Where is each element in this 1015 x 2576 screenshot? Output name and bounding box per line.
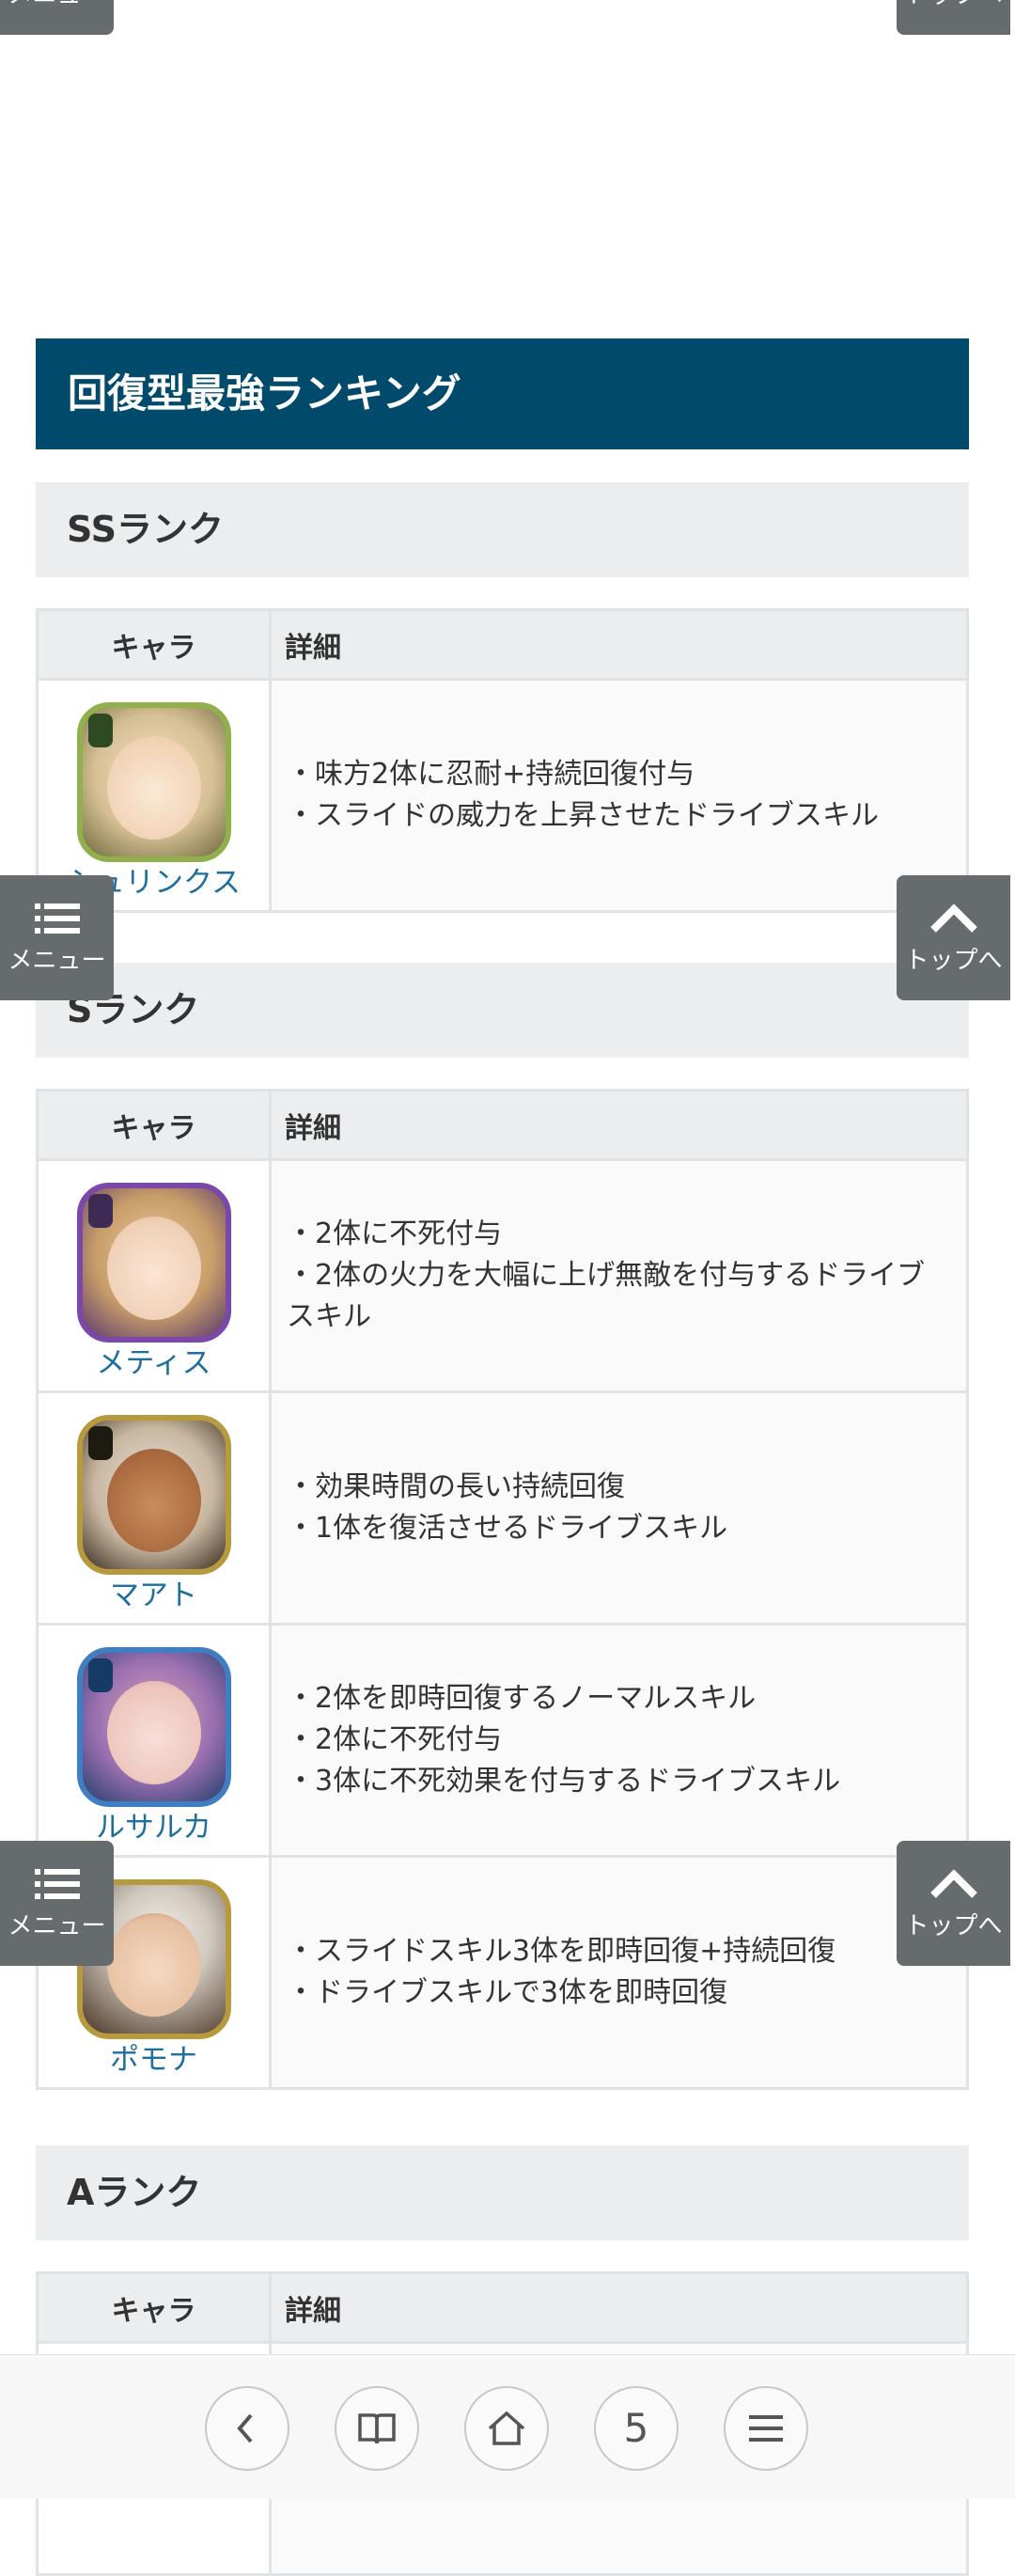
browser-menu-button[interactable]: [724, 2386, 808, 2471]
detail-cell: ・2体を即時回復するノーマルスキル ・2体に不死付与 ・3体に不死効果を付与する…: [269, 1623, 969, 1858]
detail-line: ・1体を復活させるドライブスキル: [287, 1512, 728, 1545]
rank-heading-s: Sランク: [36, 963, 969, 1058]
back-to-top-floating-button-lower[interactable]: トップへ: [897, 1841, 1010, 1966]
detail-line: ・2体に不死付与: [287, 1217, 503, 1250]
detail-line: ・2体を即時回復するノーマルスキル: [287, 1682, 757, 1715]
character-portrait-icon[interactable]: [76, 1647, 231, 1807]
column-header-detail: 詳細: [269, 2271, 969, 2344]
column-header-character: キャラ: [36, 2271, 272, 2344]
back-to-top-floating-button[interactable]: トップへ: [897, 875, 1010, 1000]
column-header-detail: 詳細: [269, 608, 969, 681]
tab-count: 5: [623, 2405, 649, 2451]
menu-floating-button[interactable]: メニュー: [0, 875, 114, 1000]
character-cell: マアト: [36, 1390, 272, 1626]
character-link[interactable]: メティス: [39, 1346, 269, 1380]
menu-button-label: メニュー: [8, 947, 106, 975]
bookmarks-button[interactable]: [335, 2386, 419, 2471]
tabs-button[interactable]: 5: [594, 2386, 679, 2471]
table-row: ルサルカ ・2体を即時回復するノーマルスキル ・2体に不死付与 ・3体に不死効果…: [36, 1623, 969, 1858]
s-rank-table: キャラ 詳細 メティス ・2体に不死付与 ・2体の火力を大幅に上げ無敵を付与する…: [36, 1089, 969, 2090]
browser-bottom-bar: 5: [0, 2354, 1015, 2499]
character-link[interactable]: ルサルカ: [39, 1811, 269, 1845]
back-button[interactable]: [205, 2386, 289, 2471]
top-button-label: トップへ: [904, 947, 1003, 975]
menu-floating-button-lower[interactable]: メニュー: [0, 1841, 114, 1966]
detail-line: ・効果時間の長い持続回復: [287, 1470, 625, 1503]
menu-floating-button-top[interactable]: メニュー: [0, 0, 114, 35]
detail-cell: ・2体に不死付与 ・2体の火力を大幅に上げ無敵を付与するドライブスキル: [269, 1158, 969, 1393]
character-link[interactable]: ポモナ: [39, 2043, 269, 2077]
top-button-label: トップへ: [897, 0, 1010, 10]
list-icon: [0, 902, 114, 942]
list-icon: [0, 1867, 114, 1908]
home-button[interactable]: [464, 2386, 549, 2471]
top-button-label: トップへ: [904, 1912, 1003, 1940]
detail-line: ・味方2体に忍耐+持続回復付与: [287, 758, 695, 791]
detail-cell: ・味方2体に忍耐+持続回復付与 ・スライドの威力を上昇させたドライブスキル: [269, 678, 969, 913]
detail-line: ・2体の火力を大幅に上げ無敵を付与するドライブスキル: [287, 1259, 926, 1333]
character-portrait-icon[interactable]: [76, 702, 231, 862]
table-row: ポモナ ・スライドスキル3体を即時回復+持続回復 ・ドライブスキルで3体を即時回…: [36, 1855, 969, 2090]
character-portrait-icon[interactable]: [76, 1183, 231, 1343]
section-title: 回復型最強ランキング: [36, 338, 969, 449]
chevron-up-icon: [897, 902, 1010, 940]
detail-line: ・2体に不死付与: [287, 1723, 503, 1756]
detail-line: ・スライドの威力を上昇させたドライブスキル: [287, 799, 879, 832]
character-cell: ルサルカ: [36, 1623, 272, 1858]
character-cell: メティス: [36, 1158, 272, 1393]
detail-line: ・3体に不死効果を付与するドライブスキル: [287, 1765, 841, 1798]
bookmarks-icon: [358, 2413, 396, 2444]
menu-icon: [749, 2415, 783, 2442]
table-row: マアト ・効果時間の長い持続回復 ・1体を復活させるドライブスキル: [36, 1390, 969, 1626]
rank-heading-a: Aランク: [36, 2145, 969, 2240]
column-header-detail: 詳細: [269, 1089, 969, 1161]
home-icon: [488, 2411, 525, 2445]
chevron-up-icon: [897, 1867, 1010, 1906]
character-portrait-icon[interactable]: [76, 1415, 231, 1575]
ss-rank-table: キャラ 詳細 シュリンクス ・味方2体に忍耐+持続回復付与 ・スライドの威力を上…: [36, 608, 969, 913]
back-to-top-floating-button-top[interactable]: トップへ: [897, 0, 1010, 35]
column-header-character: キャラ: [36, 1089, 272, 1161]
table-row: メティス ・2体に不死付与 ・2体の火力を大幅に上げ無敵を付与するドライブスキル: [36, 1158, 969, 1393]
back-icon: [237, 2413, 253, 2443]
menu-button-label: メニュー: [0, 0, 114, 10]
detail-cell: ・効果時間の長い持続回復 ・1体を復活させるドライブスキル: [269, 1390, 969, 1626]
table-row: シュリンクス ・味方2体に忍耐+持続回復付与 ・スライドの威力を上昇させたドライ…: [36, 678, 969, 913]
detail-line: ・スライドスキル3体を即時回復+持続回復: [287, 1935, 836, 1968]
menu-button-label: メニュー: [8, 1912, 106, 1940]
detail-cell: ・スライドスキル3体を即時回復+持続回復 ・ドライブスキルで3体を即時回復: [269, 1855, 969, 2090]
column-header-character: キャラ: [36, 608, 272, 681]
detail-line: ・ドライブスキルで3体を即時回復: [287, 1976, 728, 2009]
rank-heading-ss: SSランク: [36, 482, 969, 577]
character-link[interactable]: マアト: [39, 1579, 269, 1612]
